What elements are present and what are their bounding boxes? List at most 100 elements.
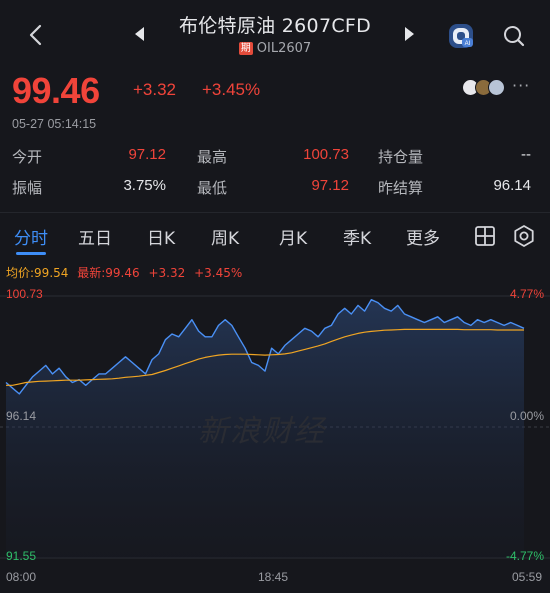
price-point-48: [324, 328, 325, 329]
price-point-73: [490, 319, 491, 320]
price-point-17: [118, 362, 119, 363]
price-point-11: [79, 379, 80, 380]
price-change-percent: +3.45%: [202, 80, 261, 99]
price-point-16: [112, 368, 113, 369]
price-point-32: [218, 325, 219, 326]
price-point-49: [331, 325, 332, 326]
price-point-13: [92, 379, 93, 380]
price-point-24: [165, 339, 166, 340]
tab-monthly-k[interactable]: 月K: [279, 224, 307, 249]
chart-settings-button[interactable]: [511, 223, 537, 249]
price-point-6: [45, 365, 46, 366]
grid-icon: [475, 226, 495, 246]
price-point-30: [205, 336, 206, 337]
price-point-43: [291, 339, 292, 340]
tab-five-day[interactable]: 五日: [78, 224, 112, 249]
price-point-50: [338, 313, 339, 314]
price-point-34: [231, 325, 232, 326]
price-point-66: [444, 322, 445, 323]
more-dots-icon[interactable]: ···: [512, 76, 530, 95]
high-label: 最高: [197, 148, 228, 166]
y-axis-mid-right: 0.00%: [509, 409, 544, 423]
tabs-divider: [0, 212, 550, 213]
price-point-47: [318, 336, 319, 337]
triangle-left-icon: [135, 27, 144, 41]
chart-legend: 均价:99.54 最新:99.46 +3.32 +3.45%: [6, 264, 247, 281]
price-point-44: [298, 333, 299, 334]
tab-more[interactable]: 更多: [406, 224, 450, 249]
price-point-33: [225, 319, 226, 320]
price-point-26: [178, 336, 179, 337]
price-point-57: [384, 308, 385, 309]
active-tab-indicator: [16, 252, 46, 255]
price-point-69: [464, 322, 465, 323]
svg-text:AI: AI: [465, 41, 471, 47]
community-avatars[interactable]: [462, 79, 510, 97]
last-price: 99.46: [12, 70, 100, 111]
y-axis-bottom-right: -4.77%: [505, 549, 544, 563]
grid-button[interactable]: [472, 223, 498, 249]
low-value: 97.12: [311, 177, 349, 194]
tab-quarterly-k[interactable]: 季K: [343, 224, 371, 249]
x-axis-start: 08:00: [6, 570, 37, 584]
ai-assistant-icon: AI: [449, 24, 473, 48]
tab-weekly-k[interactable]: 周K: [211, 224, 239, 249]
price-point-60: [404, 313, 405, 314]
price-point-65: [437, 316, 438, 317]
prev-settle-value: 96.14: [493, 177, 531, 194]
legend-change-percent: +3.45%: [194, 266, 243, 280]
price-point-74: [497, 322, 498, 323]
legend-latest: 最新:99.46: [77, 266, 140, 280]
price-point-56: [377, 302, 378, 303]
chevron-left-icon: [29, 24, 42, 46]
amplitude-label: 振幅: [12, 179, 43, 197]
settings-icon: [514, 225, 534, 247]
price-point-68: [457, 316, 458, 317]
x-axis-mid: 18:45: [258, 570, 289, 584]
search-button[interactable]: [500, 22, 528, 50]
y-axis-bottom-left: 91.55: [6, 549, 37, 563]
y-axis-top-left: 100.73: [6, 287, 43, 301]
price-point-25: [171, 333, 172, 334]
watermark: 新浪财经: [198, 414, 326, 449]
avatar: [488, 79, 505, 96]
price-point-58: [391, 311, 392, 312]
price-point-46: [311, 331, 312, 332]
low-label: 最低: [197, 179, 228, 197]
previous-instrument-button[interactable]: [132, 24, 148, 44]
price-point-8: [59, 368, 60, 369]
price-point-71: [477, 319, 478, 320]
price-point-76: [510, 322, 511, 323]
price-point-40: [271, 348, 272, 349]
price-point-61: [411, 316, 412, 317]
back-button[interactable]: [22, 20, 50, 50]
price-point-77: [517, 325, 518, 326]
price-point-19: [132, 362, 133, 363]
y-axis-mid-left: 96.14: [6, 409, 37, 423]
price-point-0: [5, 382, 6, 383]
price-point-67: [450, 319, 451, 320]
ai-assistant-button[interactable]: AI: [446, 21, 476, 51]
triangle-right-icon: [405, 27, 414, 41]
price-point-15: [105, 373, 106, 374]
instrument-code: 期 OIL2607: [160, 41, 390, 56]
header-bar: 布伦特原油 2607CFD 期 OIL2607 AI: [0, 0, 550, 66]
price-point-78: [523, 328, 524, 329]
price-point-72: [484, 322, 485, 323]
prev-settle-label: 昨结算: [378, 179, 424, 197]
price-point-4: [32, 376, 33, 377]
instrument-code-text: OIL2607: [256, 41, 312, 56]
search-icon: [504, 26, 525, 47]
amplitude-value: 3.75%: [123, 177, 166, 194]
price-point-41: [278, 353, 279, 354]
price-point-2: [19, 393, 20, 394]
next-instrument-button[interactable]: [401, 24, 417, 44]
price-point-45: [304, 328, 305, 329]
price-point-62: [417, 319, 418, 320]
futures-tag: 期: [238, 42, 253, 55]
tab-daily-k[interactable]: 日K: [147, 224, 175, 249]
price-point-42: [284, 345, 285, 346]
tab-intraday[interactable]: 分时: [14, 224, 48, 249]
price-point-75: [504, 325, 505, 326]
instrument-title: 布伦特原油 2607CFD: [178, 15, 372, 37]
